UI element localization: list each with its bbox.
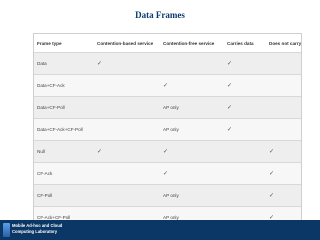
no-data-cell: ✓ bbox=[266, 184, 301, 207]
carries-data-cell bbox=[224, 140, 266, 163]
table-row: Data+CF-Ack ✓ ✓ bbox=[34, 74, 301, 97]
contention-based-cell bbox=[94, 184, 160, 207]
table-row: CF-Poll AP only ✓ bbox=[34, 184, 301, 207]
carries-data-cell: ✓ bbox=[224, 52, 266, 75]
table-row: Data+CF-Ack+CF-Poll AP only ✓ bbox=[34, 118, 301, 141]
contention-based-cell: ✓ bbox=[94, 52, 160, 75]
lab-logo-icon bbox=[3, 223, 10, 237]
frame-type-cell: Data+CF-Ack bbox=[34, 74, 94, 97]
contention-free-cell: ✓ bbox=[160, 140, 224, 163]
contention-free-cell: AP only bbox=[160, 96, 224, 119]
header-no-data: Does not carry data bbox=[266, 34, 301, 53]
no-data-cell: ✓ bbox=[266, 162, 301, 185]
lab-name: Mobile Ad-hoc and Cloud Computing Labora… bbox=[12, 223, 62, 235]
header-contention-based: Contention-based service bbox=[94, 34, 160, 53]
table-header-row: Frame type Contention-based service Cont… bbox=[34, 34, 301, 53]
table-row: CF-Ack ✓ ✓ bbox=[34, 162, 301, 185]
frame-types-table: Frame type Contention-based service Cont… bbox=[34, 34, 301, 228]
no-data-cell: ✓ bbox=[266, 140, 301, 163]
contention-free-cell: ✓ bbox=[160, 74, 224, 97]
table-row: Data+CF-Poll AP only ✓ bbox=[34, 96, 301, 119]
frame-types-table-container: Frame type Contention-based service Cont… bbox=[33, 33, 302, 229]
header-carries-data: Carries data bbox=[224, 34, 266, 53]
contention-based-cell bbox=[94, 118, 160, 141]
lab-name-line2: Computing Laboratory bbox=[12, 229, 58, 234]
table-row: Null ✓ ✓ ✓ bbox=[34, 140, 301, 163]
no-data-cell bbox=[266, 52, 301, 75]
contention-free-cell: AP only bbox=[160, 118, 224, 141]
no-data-cell bbox=[266, 74, 301, 97]
contention-free-cell: ✓ bbox=[160, 162, 224, 185]
contention-free-cell bbox=[160, 52, 224, 75]
contention-based-cell bbox=[94, 74, 160, 97]
header-frame-type: Frame type bbox=[34, 34, 94, 53]
carries-data-cell bbox=[224, 184, 266, 207]
frame-type-cell: Null bbox=[34, 140, 94, 163]
carries-data-cell: ✓ bbox=[224, 118, 266, 141]
table-row: Data ✓ ✓ bbox=[34, 52, 301, 75]
frame-type-cell: Data+CF-Poll bbox=[34, 96, 94, 119]
contention-based-cell: ✓ bbox=[94, 140, 160, 163]
slide-title: Data Frames bbox=[135, 10, 185, 20]
footer-bar: Mobile Ad-hoc and Cloud Computing Labora… bbox=[0, 220, 320, 240]
frame-type-cell: CF-Ack bbox=[34, 162, 94, 185]
no-data-cell bbox=[266, 96, 301, 119]
frame-type-cell: Data+CF-Ack+CF-Poll bbox=[34, 118, 94, 141]
carries-data-cell bbox=[224, 162, 266, 185]
header-contention-free: Contention-free service bbox=[160, 34, 224, 53]
frame-type-cell: Data bbox=[34, 52, 94, 75]
frame-type-cell: CF-Poll bbox=[34, 184, 94, 207]
no-data-cell bbox=[266, 118, 301, 141]
carries-data-cell: ✓ bbox=[224, 96, 266, 119]
contention-based-cell bbox=[94, 96, 160, 119]
contention-based-cell bbox=[94, 162, 160, 185]
carries-data-cell: ✓ bbox=[224, 74, 266, 97]
contention-free-cell: AP only bbox=[160, 184, 224, 207]
